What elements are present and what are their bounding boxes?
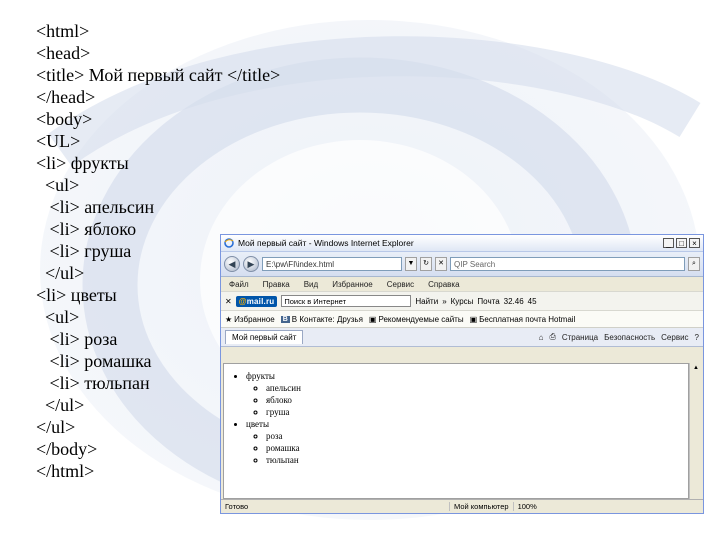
stop-icon[interactable]: ✕ [435, 257, 447, 271]
close-window-button[interactable]: × [689, 238, 700, 248]
menu-view[interactable]: Вид [304, 280, 318, 289]
address-input[interactable]: E:\pw\FI\index.html [262, 257, 402, 271]
mailru-toolbar: ✕ @mail.ru Поиск в Интернет Найти » Курс… [221, 291, 703, 311]
menu-tools[interactable]: Сервис [387, 280, 414, 289]
list-item: роза [266, 430, 688, 442]
menu-bar: Файл Правка Вид Избранное Сервис Справка [221, 277, 703, 291]
back-button[interactable]: ◀ [224, 256, 240, 272]
star-icon: ★ [225, 314, 233, 324]
code-line: <body> [36, 109, 93, 129]
ie-logo-icon [224, 238, 234, 248]
list-item: яблоко [266, 394, 688, 406]
inner-list: апельсин яблоко груша [246, 382, 688, 418]
toolbar-find-button[interactable]: Найти [415, 297, 438, 306]
help-icon[interactable]: ? [695, 333, 699, 342]
title-bar: Мой первый сайт - Windows Internet Explo… [221, 235, 703, 252]
code-line: <li> апельсин [36, 197, 155, 217]
code-line: <li> фрукты [36, 153, 129, 173]
menu-file[interactable]: Файл [229, 280, 249, 289]
security-zone: Мой компьютер [449, 502, 509, 511]
code-line: <ul> [36, 175, 80, 195]
window-title: Мой первый сайт - Windows Internet Explo… [238, 238, 414, 248]
status-text: Готово [225, 502, 249, 511]
status-bar: Готово Мой компьютер 100% [221, 499, 703, 513]
vertical-scrollbar[interactable]: ▲ [689, 363, 702, 499]
page-icon: ▣ [469, 314, 478, 324]
search-icon[interactable]: ⌕ [688, 257, 700, 271]
tools-menu[interactable]: Сервис [661, 333, 688, 342]
search-input[interactable]: QIP Search [450, 257, 685, 271]
list-item: фрукты апельсин яблоко груша [246, 370, 688, 418]
ie-browser-window: Мой первый сайт - Windows Internet Explo… [220, 234, 704, 514]
page-menu[interactable]: Страница [562, 333, 598, 342]
menu-edit[interactable]: Правка [263, 280, 290, 289]
toolbar-search-input[interactable]: Поиск в Интернет [281, 295, 412, 307]
list-item: тюльпан [266, 454, 688, 466]
toolbar-rates-button[interactable]: Курсы [451, 297, 474, 306]
toolbar-close-icon[interactable]: ✕ [225, 297, 232, 306]
mailru-logo[interactable]: @mail.ru [235, 295, 278, 307]
refresh-icon[interactable]: ↻ [420, 257, 432, 271]
favorites-bar: ★ Избранное BВ Контакте: Друзья ▣ Рекоменд… [221, 311, 703, 328]
code-line: <head> [36, 43, 91, 63]
tab-bar: Мой первый сайт ⌂ ⎙ Страница Безопасност… [221, 328, 703, 347]
page-icon: ▣ [368, 314, 377, 324]
minimize-button[interactable]: _ [663, 238, 674, 248]
address-bar: ◀ ▶ E:\pw\FI\index.html ▼ ↻ ✕ QIP Search… [221, 252, 703, 277]
outer-list: фрукты апельсин яблоко груша цветы роза … [224, 364, 688, 466]
fav-link-suggested[interactable]: ▣ Рекомендуемые сайты [369, 315, 464, 324]
menu-help[interactable]: Справка [428, 280, 459, 289]
list-item: апельсин [266, 382, 688, 394]
toolbar-rate2-value: 45 [527, 296, 537, 306]
tab-current-page[interactable]: Мой первый сайт [225, 330, 304, 344]
zoom-level[interactable]: 100% [512, 502, 537, 511]
code-line: <html> [36, 21, 90, 41]
code-line: <title> Мой первый сайт </title> [36, 65, 281, 85]
scroll-up-icon[interactable]: ▲ [690, 363, 702, 373]
favorites-button[interactable]: ★ Избранное [225, 315, 275, 324]
safety-menu[interactable]: Безопасность [604, 333, 655, 342]
fav-link-hotmail[interactable]: ▣ Бесплатная почта Hotmail [470, 315, 576, 324]
toolbar-more-button[interactable]: » [442, 297, 446, 306]
maximize-button[interactable]: □ [676, 238, 687, 248]
toolbar-rate-value: 32.46 [503, 296, 524, 306]
print-icon[interactable]: ⎙ [549, 332, 555, 342]
list-item: ромашка [266, 442, 688, 454]
code-line: <UL> [36, 131, 81, 151]
page-content: фрукты апельсин яблоко груша цветы роза … [223, 363, 689, 499]
code-line: </head> [36, 87, 96, 107]
forward-button[interactable]: ▶ [243, 256, 259, 272]
address-dropdown-icon[interactable]: ▼ [405, 257, 417, 271]
home-icon[interactable]: ⌂ [539, 333, 544, 342]
menu-favorites[interactable]: Избранное [332, 280, 373, 289]
inner-list: роза ромашка тюльпан [246, 430, 688, 466]
fav-link-vk[interactable]: BВ Контакте: Друзья [280, 315, 363, 324]
list-item: груша [266, 406, 688, 418]
toolbar-mail-button[interactable]: Почта [477, 297, 499, 306]
vk-icon: B [280, 315, 290, 323]
list-item: цветы роза ромашка тюльпан [246, 418, 688, 466]
